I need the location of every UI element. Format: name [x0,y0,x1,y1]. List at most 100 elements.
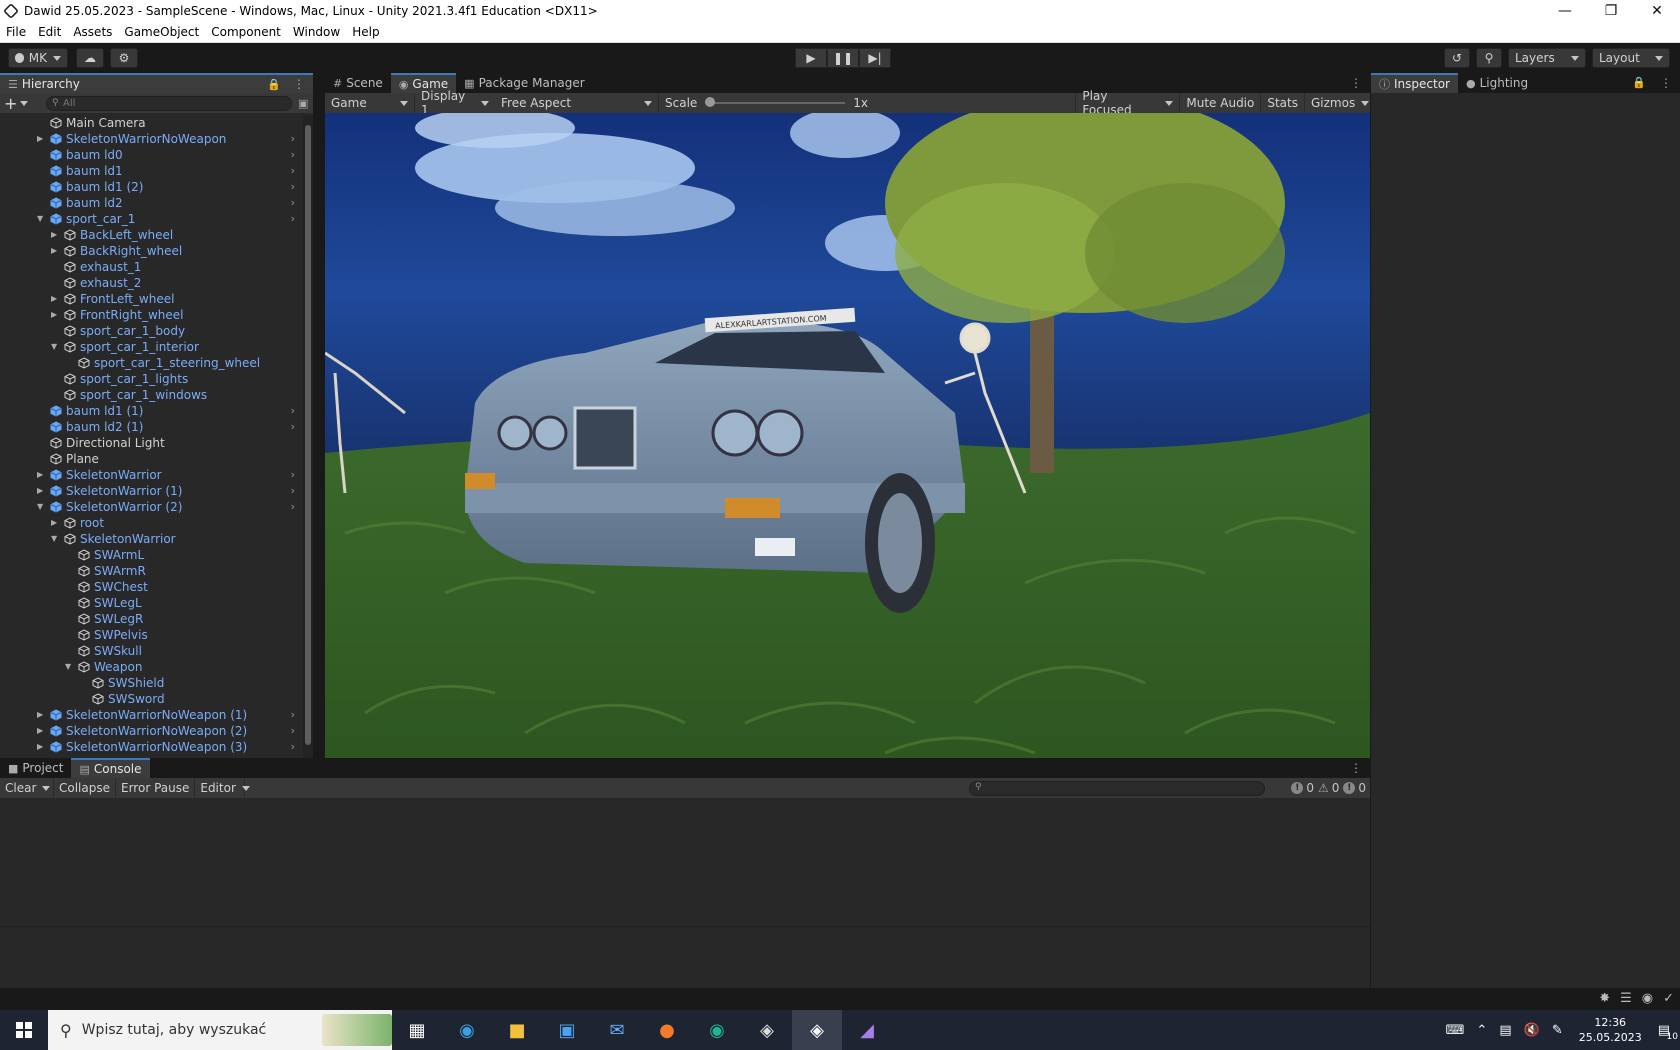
hierarchy-item[interactable]: SWArmR [0,563,303,579]
pause-button[interactable]: ❚❚ [827,48,859,68]
notifications-icon[interactable]: ▤ 10 [1658,1023,1678,1042]
unity-editor-icon[interactable]: ◈ [792,1010,842,1050]
hierarchy-item[interactable]: baum ld2 (1) › [0,419,303,435]
expand-arrow-icon[interactable]: ▼ [65,659,75,675]
console-search-input[interactable]: ⚲ [969,781,1265,796]
layers-icon[interactable]: ☰ [1620,991,1632,1006]
network-icon[interactable]: ▤ [1499,1023,1511,1038]
hierarchy-item[interactable]: sport_car_1_body [0,323,303,339]
stats-button[interactable]: Stats [1260,93,1304,113]
mail-icon[interactable]: ✉ [592,1010,642,1050]
hierarchy-item[interactable]: Directional Light [0,435,303,451]
collapse-arrow-icon[interactable]: ▶ [51,515,61,531]
keyboard-icon[interactable]: ⌨ [1446,1023,1465,1038]
hierarchy-item[interactable]: ▶ FrontLeft_wheel [0,291,303,307]
volume-muted-icon[interactable]: 🔇 [1524,1023,1540,1038]
collapse-arrow-icon[interactable]: ▶ [37,467,47,483]
mute-audio-button[interactable]: Mute Audio [1179,93,1260,113]
play-focused-dropdown[interactable]: Play Focused [1075,89,1179,117]
chevron-right-icon[interactable]: › [291,419,295,435]
hierarchy-item[interactable]: ▶ SkeletonWarriorNoWeapon (2) › [0,723,303,739]
hierarchy-item[interactable]: SWSkull [0,643,303,659]
chevron-right-icon[interactable]: › [291,147,295,163]
file-explorer-icon[interactable]: ■ [492,1010,542,1050]
cloud-button[interactable]: ☁ [76,48,104,68]
game-mode-dropdown[interactable]: Game [325,93,415,113]
menu-file[interactable]: File [6,25,26,39]
collapse-arrow-icon[interactable]: ▶ [37,131,47,147]
hierarchy-item[interactable]: ▶ BackLeft_wheel [0,227,303,243]
hierarchy-item[interactable]: Plane [0,451,303,467]
step-button[interactable]: ▶| [859,48,891,68]
hierarchy-item[interactable]: SWShield [0,675,303,691]
hierarchy-item[interactable]: ▼ SkeletonWarrior (2) › [0,499,303,515]
chevron-right-icon[interactable]: › [291,403,295,419]
progress-icon[interactable]: ✓ [1663,991,1674,1006]
chevron-right-icon[interactable]: › [291,499,295,515]
store-icon[interactable]: ▣ [542,1010,592,1050]
chevron-right-icon[interactable]: › [291,131,295,147]
hierarchy-item[interactable]: baum ld0 › [0,147,303,163]
lock-icon[interactable]: 🔒 [267,78,281,91]
chevron-right-icon[interactable]: › [291,739,295,755]
history-button[interactable]: ↺ [1444,48,1470,68]
hierarchy-item[interactable]: ▶ root [0,515,303,531]
play-button[interactable]: ▶ [795,48,827,68]
gitkraken-icon[interactable]: ◉ [692,1010,742,1050]
bug-icon[interactable]: ✸ [1599,991,1610,1006]
hierarchy-item[interactable]: ▶ SkeletonWarrior › [0,467,303,483]
collapse-arrow-icon[interactable]: ▶ [37,707,47,723]
hierarchy-search-input[interactable]: ⚲ All [46,95,292,111]
menu-gameobject[interactable]: GameObject [124,25,199,39]
tab-scene[interactable]: # Scene [325,73,391,93]
chevron-right-icon[interactable]: › [291,179,295,195]
task-view-icon[interactable]: ▦ [392,1010,442,1050]
menu-help[interactable]: Help [352,25,379,39]
chevron-up-icon[interactable]: ⌃ [1476,1023,1487,1038]
layout-dropdown[interactable]: Layout [1592,48,1670,68]
chevron-right-icon[interactable]: › [291,467,295,483]
start-button[interactable] [0,1010,48,1050]
hierarchy-item[interactable]: exhaust_2 [0,275,303,291]
menu-assets[interactable]: Assets [73,25,112,39]
more-options-icon[interactable]: ⋮ [293,77,305,91]
game-render-viewport[interactable]: ALEXKARLARTSTATION.COM [325,113,1370,758]
menu-edit[interactable]: Edit [38,25,61,39]
hierarchy-item[interactable]: SWPelvis [0,627,303,643]
collab-button[interactable]: ⚙ [110,48,138,68]
edge-icon[interactable]: ◉ [442,1010,492,1050]
visual-studio-icon[interactable]: ◢ [842,1010,892,1050]
error-pause-toggle[interactable]: Error Pause [116,778,196,798]
hierarchy-item[interactable]: Main Camera [0,115,303,131]
layers-dropdown[interactable]: Layers [1508,48,1586,68]
collapse-arrow-icon[interactable]: ▶ [51,227,61,243]
tab-package-manager[interactable]: ▦ Package Manager [456,73,593,93]
hierarchy-item[interactable]: sport_car_1_windows [0,387,303,403]
scale-slider-knob[interactable] [705,97,716,107]
taskbar-search-input[interactable]: ⚲ Wpisz tutaj, aby wyszukać [48,1010,392,1050]
scale-slider[interactable] [705,97,846,107]
add-object-button[interactable]: + [4,94,20,113]
hierarchy-item[interactable]: ▶ BackRight_wheel [0,243,303,259]
hierarchy-scrollbar[interactable] [303,115,313,758]
hierarchy-item[interactable]: ▶ SkeletonWarriorNoWeapon (3) › [0,739,303,755]
tab-lighting[interactable]: ● Lighting [1458,73,1536,93]
hierarchy-item[interactable]: ▼ sport_car_1 › [0,211,303,227]
cache-icon[interactable]: ◉ [1642,991,1653,1006]
collapse-arrow-icon[interactable]: ▶ [51,307,61,323]
more-options-icon[interactable]: ⋮ [1350,73,1362,93]
restore-button[interactable]: ❐ [1588,0,1634,22]
scrollbar-thumb[interactable] [305,125,311,745]
hierarchy-item[interactable]: SWLegL [0,595,303,611]
pen-icon[interactable]: ✎ [1552,1023,1563,1038]
hierarchy-item[interactable]: sport_car_1_steering_wheel [0,355,303,371]
hierarchy-item[interactable]: baum ld1 (1) › [0,403,303,419]
hierarchy-item[interactable]: ▼ SkeletonWarrior [0,531,303,547]
expand-arrow-icon[interactable]: ▼ [37,499,47,515]
tab-project[interactable]: ■ Project [0,758,71,778]
gizmos-dropdown[interactable]: Gizmos [1304,93,1370,113]
hierarchy-item[interactable]: ▼ sport_car_1_interior [0,339,303,355]
menu-component[interactable]: Component [211,25,281,39]
editor-dropdown[interactable]: Editor [195,778,250,798]
expand-arrow-icon[interactable]: ▼ [37,211,47,227]
